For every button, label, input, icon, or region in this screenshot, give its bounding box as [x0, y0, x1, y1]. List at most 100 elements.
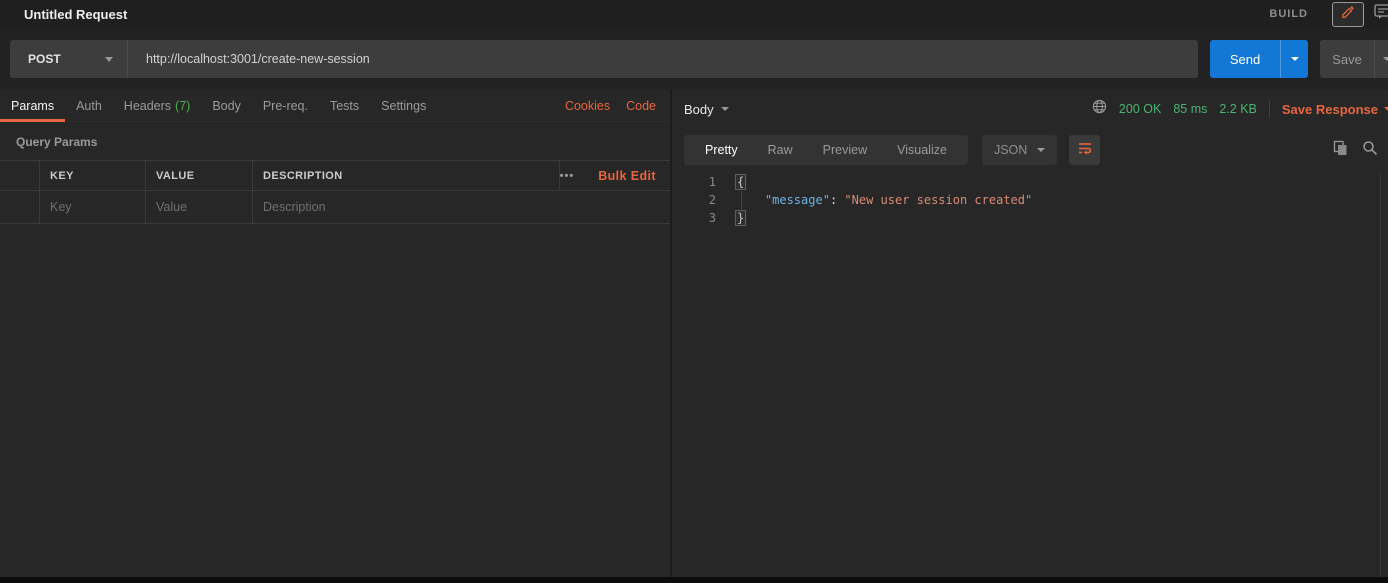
code-link[interactable]: Code: [626, 99, 656, 113]
param-description-cell: [253, 191, 670, 223]
save-label: Save: [1320, 52, 1374, 67]
tab-headers[interactable]: Headers (7): [113, 90, 202, 122]
main-split: Params Auth Headers (7) Body Pre-req. Te…: [0, 90, 1388, 577]
chevron-down-icon: [1383, 57, 1388, 61]
status-code-badge[interactable]: 200 OK: [1119, 102, 1161, 116]
tab-body[interactable]: Body: [201, 90, 252, 122]
response-code-viewer[interactable]: 1 { 2 "message": "New user session creat…: [672, 173, 1388, 227]
request-panel: Params Auth Headers (7) Body Pre-req. Te…: [0, 90, 670, 577]
tab-tests-label: Tests: [330, 99, 359, 113]
response-tools: [1333, 140, 1378, 156]
more-options-icon[interactable]: •••: [560, 170, 574, 182]
param-key-cell: [40, 191, 146, 223]
headers-count-badge: (7): [175, 99, 190, 113]
url-bar: POST: [10, 40, 1198, 78]
response-header: Body 200 OK 85 ms 2.2 KB Save Response: [672, 90, 1388, 128]
tab-headers-label: Headers: [124, 99, 171, 113]
method-label: POST: [28, 52, 61, 66]
indent-guide: [741, 191, 742, 209]
tab-auth-label: Auth: [76, 99, 102, 113]
request-links: Cookies Code: [565, 99, 670, 113]
search-icon[interactable]: [1362, 140, 1378, 156]
comment-icon: [1374, 4, 1388, 25]
param-value-input[interactable]: [156, 200, 252, 214]
code-content: }: [736, 209, 745, 227]
request-tabs: Params Auth Headers (7) Body Pre-req. Te…: [0, 90, 670, 122]
chevron-down-icon: [1037, 148, 1045, 152]
divider: [1269, 100, 1270, 118]
topbar: Untitled Request BUILD: [0, 0, 1388, 28]
format-dropdown[interactable]: JSON: [982, 135, 1057, 165]
tab-preview[interactable]: Preview: [808, 143, 882, 157]
column-header-key: KEY: [40, 161, 146, 190]
tab-visualize[interactable]: Visualize: [882, 143, 962, 157]
build-label: BUILD: [1269, 8, 1308, 20]
postman-app: Untitled Request BUILD POST S: [0, 0, 1388, 583]
line-number: 3: [672, 209, 716, 227]
bulk-edit-link[interactable]: Bulk Edit: [598, 169, 656, 183]
tab-auth[interactable]: Auth: [65, 90, 113, 122]
table-row: [0, 191, 670, 223]
tab-settings[interactable]: Settings: [370, 90, 437, 122]
column-header-description: DESCRIPTION: [253, 161, 560, 190]
code-line-1: 1 {: [672, 173, 1388, 191]
code-line-2: 2 "message": "New user session created": [672, 191, 1388, 209]
row-select-column: [0, 161, 40, 190]
json-string-value: "New user session created": [844, 193, 1032, 207]
close-brace: }: [736, 211, 745, 225]
code-line-3: 3 }: [672, 209, 1388, 227]
format-label: JSON: [994, 143, 1027, 157]
method-dropdown[interactable]: POST: [10, 40, 128, 78]
wrap-text-button[interactable]: [1069, 135, 1100, 165]
tab-tests[interactable]: Tests: [319, 90, 370, 122]
globe-icon: [1092, 99, 1107, 119]
save-options-button[interactable]: [1374, 40, 1388, 78]
request-row: POST Send Save: [0, 28, 1388, 90]
pencil-icon: [1341, 5, 1355, 24]
table-header-row: KEY VALUE DESCRIPTION ••• Bulk Edit: [0, 161, 670, 191]
tab-pretty[interactable]: Pretty: [690, 143, 753, 157]
param-value-cell: [146, 191, 253, 223]
url-input[interactable]: [128, 40, 1198, 78]
edit-request-button[interactable]: [1332, 2, 1364, 27]
comment-button[interactable]: [1372, 2, 1388, 27]
tab-raw[interactable]: Raw: [753, 143, 808, 157]
row-select-cell[interactable]: [0, 191, 40, 223]
scrollbar-track[interactable]: [1380, 174, 1381, 577]
response-time-badge[interactable]: 85 ms: [1173, 102, 1207, 116]
chevron-down-icon: [105, 57, 113, 62]
json-colon: :: [830, 193, 844, 207]
topbar-right: BUILD: [1269, 0, 1388, 28]
window-bottom-edge: [0, 577, 1388, 583]
param-key-input[interactable]: [50, 200, 145, 214]
response-body-dropdown[interactable]: Body: [684, 102, 729, 117]
response-body-label: Body: [684, 102, 714, 117]
response-size-badge[interactable]: 2.2 KB: [1219, 102, 1257, 116]
copy-icon[interactable]: [1333, 140, 1348, 156]
param-description-input[interactable]: [263, 200, 670, 214]
code-content: {: [736, 173, 745, 191]
tab-body-label: Body: [212, 99, 241, 113]
save-response-label: Save Response: [1282, 102, 1378, 117]
cookies-link[interactable]: Cookies: [565, 99, 610, 113]
request-title: Untitled Request: [24, 7, 127, 22]
tab-prereq-label: Pre-req.: [263, 99, 308, 113]
response-status-cluster: 200 OK 85 ms 2.2 KB Save Response: [1092, 90, 1388, 128]
table-actions: ••• Bulk Edit: [560, 161, 670, 190]
tab-params-label: Params: [11, 99, 54, 113]
tab-params[interactable]: Params: [0, 90, 65, 122]
tab-settings-label: Settings: [381, 99, 426, 113]
column-header-value: VALUE: [146, 161, 253, 190]
chevron-down-icon: [1384, 107, 1388, 111]
chevron-down-icon: [721, 107, 729, 111]
send-label: Send: [1210, 52, 1280, 67]
query-params-table: KEY VALUE DESCRIPTION ••• Bulk Edit: [0, 160, 670, 224]
response-panel: Body 200 OK 85 ms 2.2 KB Save Response: [672, 90, 1388, 577]
response-view-tabs: Pretty Raw Preview Visualize: [684, 135, 968, 165]
save-response-button[interactable]: Save Response: [1282, 102, 1388, 117]
send-options-button[interactable]: [1280, 40, 1308, 78]
save-button[interactable]: Save: [1320, 40, 1388, 78]
send-button[interactable]: Send: [1210, 40, 1308, 78]
tab-prereq[interactable]: Pre-req.: [252, 90, 319, 122]
code-content: "message": "New user session created": [736, 191, 1032, 209]
